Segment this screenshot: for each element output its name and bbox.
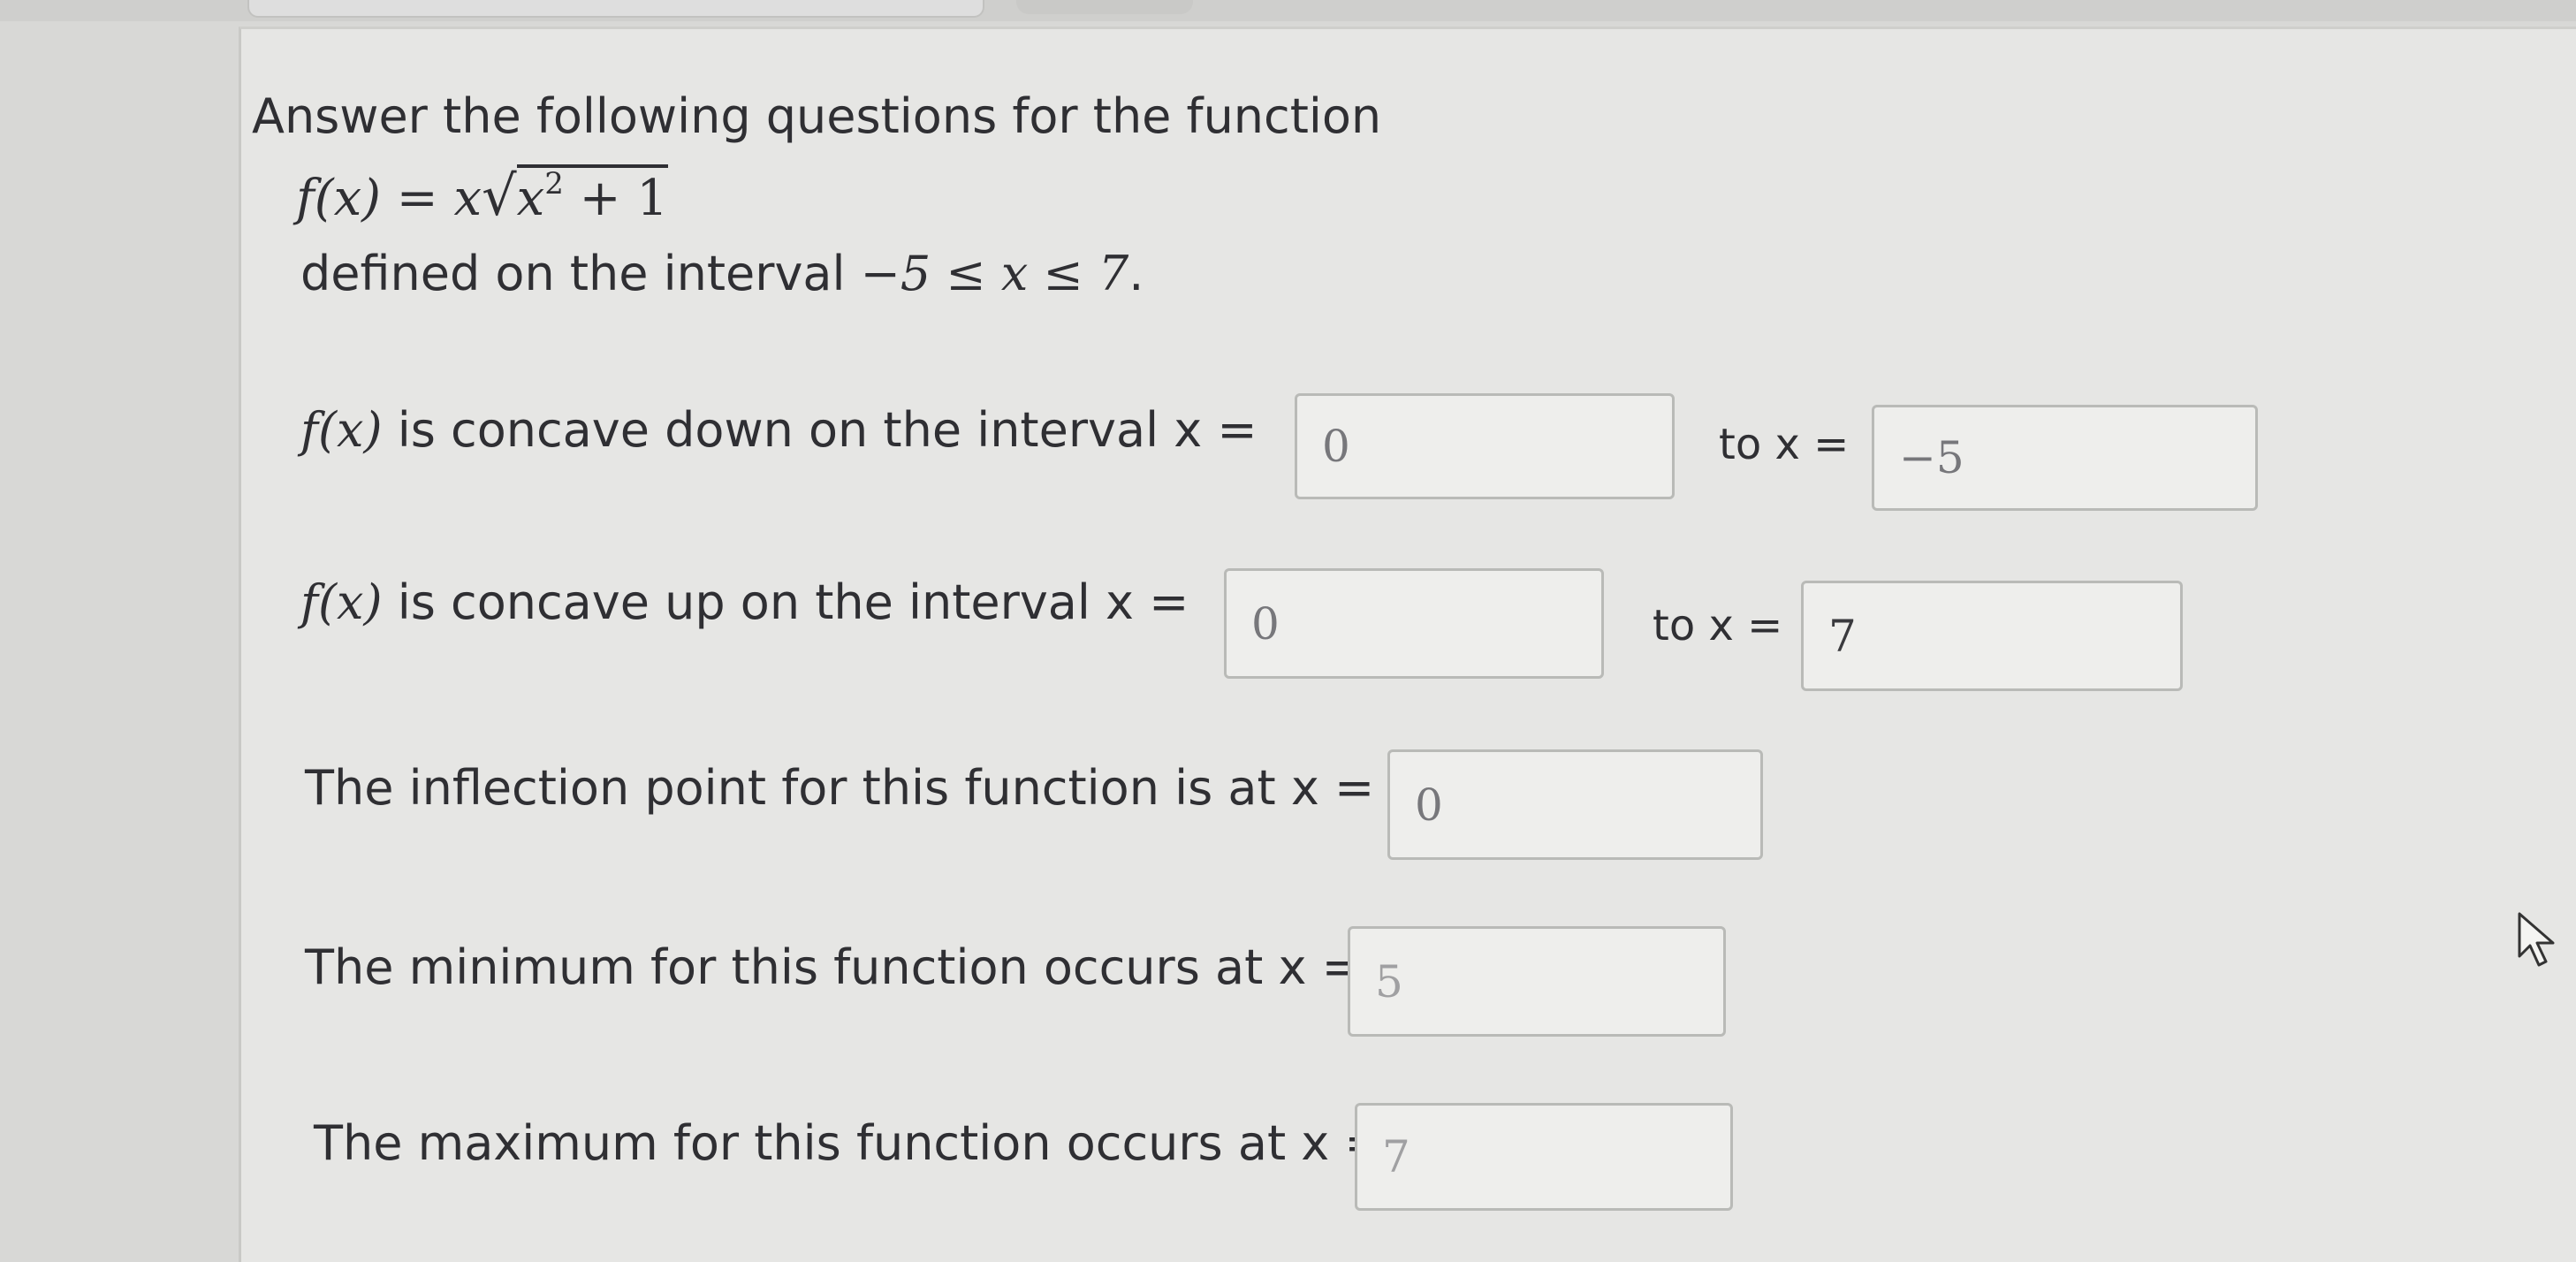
concave-down-from-input[interactable]: 0 <box>1295 393 1675 499</box>
maximum-prompt: The maximum for this function occurs at … <box>314 1115 1385 1171</box>
maximum-value: 7 <box>1382 1131 1410 1182</box>
function-lhs: f(x) = x <box>296 170 483 227</box>
radicand: x2 + 1 <box>516 164 669 227</box>
domain-prefix: defined on the interval <box>300 246 861 301</box>
function-definition: f(x) = x√x2 + 1 <box>296 163 669 228</box>
concave-up-from-value: 0 <box>1251 597 1280 650</box>
concave-up-fx: f(x) <box>300 574 383 630</box>
pointer-cursor-icon <box>2518 912 2555 967</box>
top-tab[interactable] <box>247 0 984 18</box>
concave-down-to-value: −5 <box>1899 432 1964 483</box>
minimum-input[interactable]: 5 <box>1348 926 1726 1037</box>
concave-down-to-label: to x = <box>1719 420 1850 469</box>
concave-down-from-value: 0 <box>1322 421 1350 472</box>
domain-line: defined on the interval −5 ≤ x ≤ 7. <box>300 246 1144 301</box>
inflection-prompt: The inflection point for this function i… <box>305 760 1375 816</box>
top-tab-secondary[interactable] <box>1016 0 1193 14</box>
domain-suffix: . <box>1128 246 1144 301</box>
maximum-input[interactable]: 7 <box>1355 1103 1733 1211</box>
concave-down-prompt: f(x) is concave down on the interval x = <box>300 402 1258 458</box>
question-intro: Answer the following questions for the f… <box>252 88 1382 144</box>
concave-up-from-input[interactable]: 0 <box>1224 568 1604 679</box>
inflection-value: 0 <box>1415 779 1443 831</box>
radicand-base: x <box>516 170 545 227</box>
concave-up-label: is concave up on the interval x = <box>382 574 1189 630</box>
radicand-exponent: 2 <box>544 166 564 201</box>
sqrt-icon: √ <box>482 163 517 228</box>
concave-up-to-input[interactable]: 7 <box>1801 581 2183 691</box>
radicand-rest: + 1 <box>563 170 669 227</box>
domain-inequality: −5 ≤ x ≤ 7 <box>860 246 1129 301</box>
minimum-value: 5 <box>1375 955 1403 1007</box>
concave-up-to-value: 7 <box>1828 610 1857 662</box>
concave-down-label: is concave down on the interval x = <box>382 402 1258 458</box>
concave-up-prompt: f(x) is concave up on the interval x = <box>300 574 1189 630</box>
inflection-input[interactable]: 0 <box>1387 749 1763 860</box>
concave-up-to-label: to x = <box>1653 601 1783 650</box>
concave-down-fx: f(x) <box>300 402 383 458</box>
concave-down-to-input[interactable]: −5 <box>1872 405 2258 511</box>
minimum-prompt: The minimum for this function occurs at … <box>305 939 1362 995</box>
